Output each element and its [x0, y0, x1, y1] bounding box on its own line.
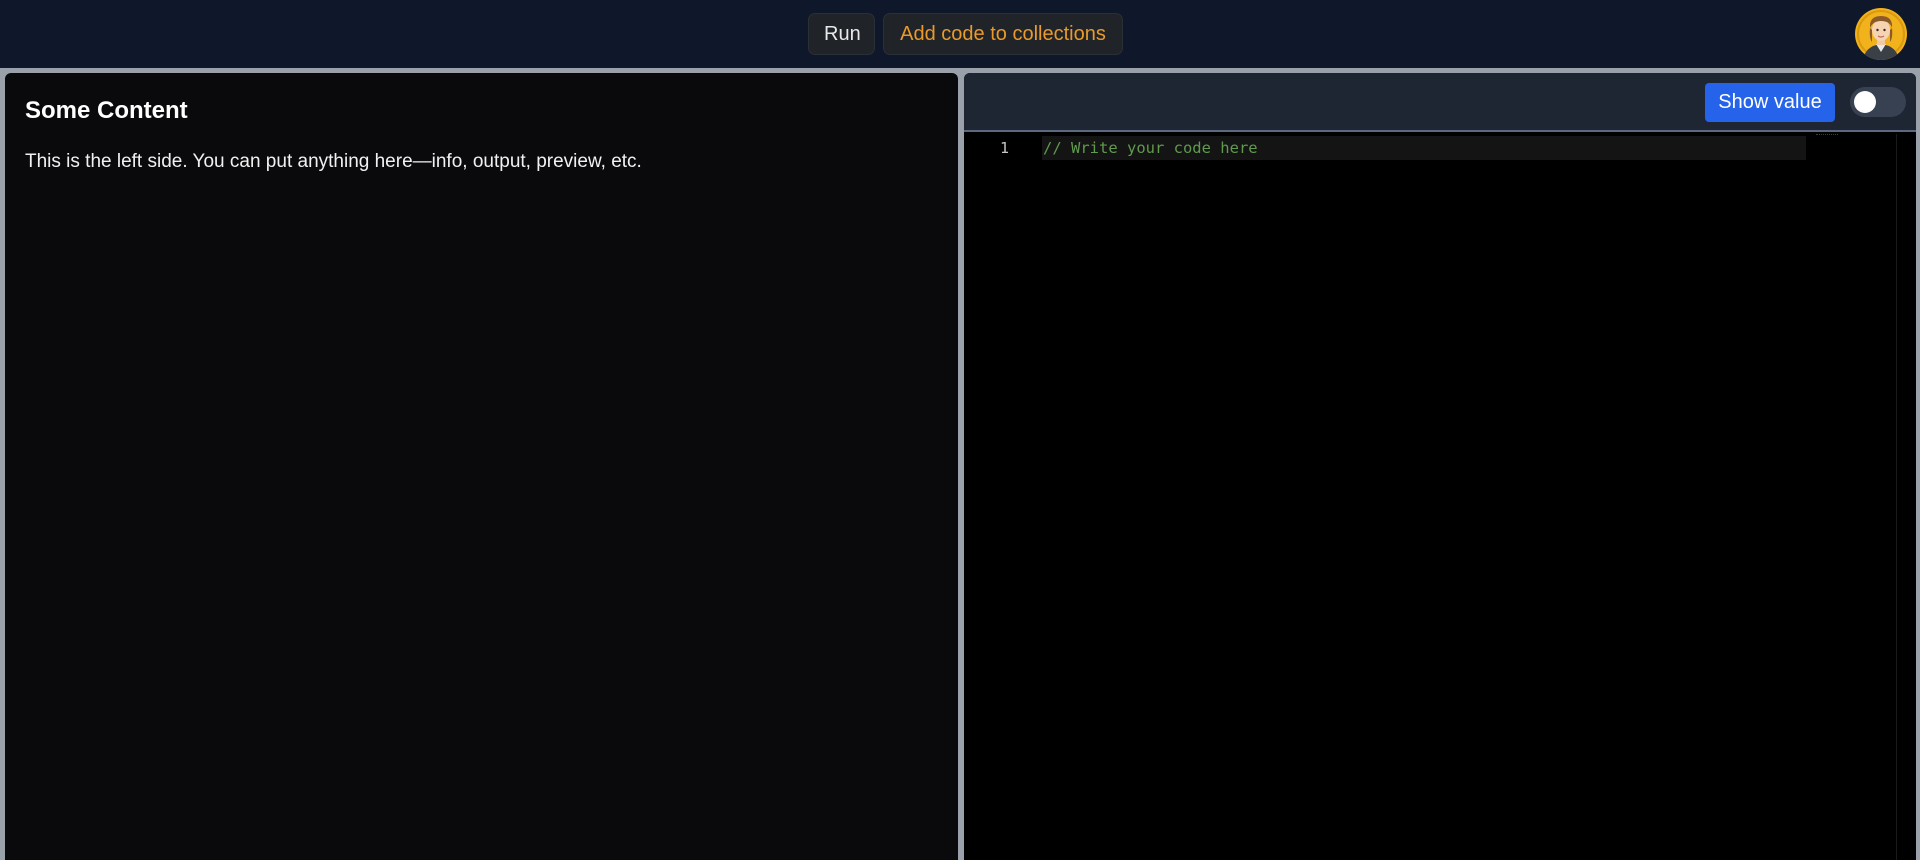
show-value-button[interactable]: Show value	[1705, 83, 1835, 122]
code-line[interactable]: // Write your code here	[1043, 139, 1258, 157]
editor-toggle[interactable]	[1850, 87, 1906, 117]
editor-scrollbar[interactable]	[1896, 134, 1908, 860]
line-number: 1	[1000, 139, 1010, 157]
avatar-illustration	[1856, 9, 1906, 60]
top-bar: Run Add code to collections	[0, 0, 1920, 68]
content-description: This is the left side. You can put anyth…	[25, 151, 642, 172]
user-avatar-icon[interactable]	[1855, 8, 1907, 60]
editor-toolbar: Show value	[964, 73, 1916, 132]
code-editor[interactable]: 1 // Write your code here	[964, 134, 1916, 860]
code-panel: Show value 1 // Write your code here	[964, 73, 1916, 860]
content-panel: Some Content This is the left side. You …	[5, 73, 958, 860]
toggle-knob	[1854, 91, 1876, 113]
content-title: Some Content	[25, 97, 188, 124]
add-to-collections-button[interactable]: Add code to collections	[883, 13, 1123, 55]
run-button[interactable]: Run	[808, 13, 875, 55]
minimap[interactable]	[1816, 134, 1838, 137]
